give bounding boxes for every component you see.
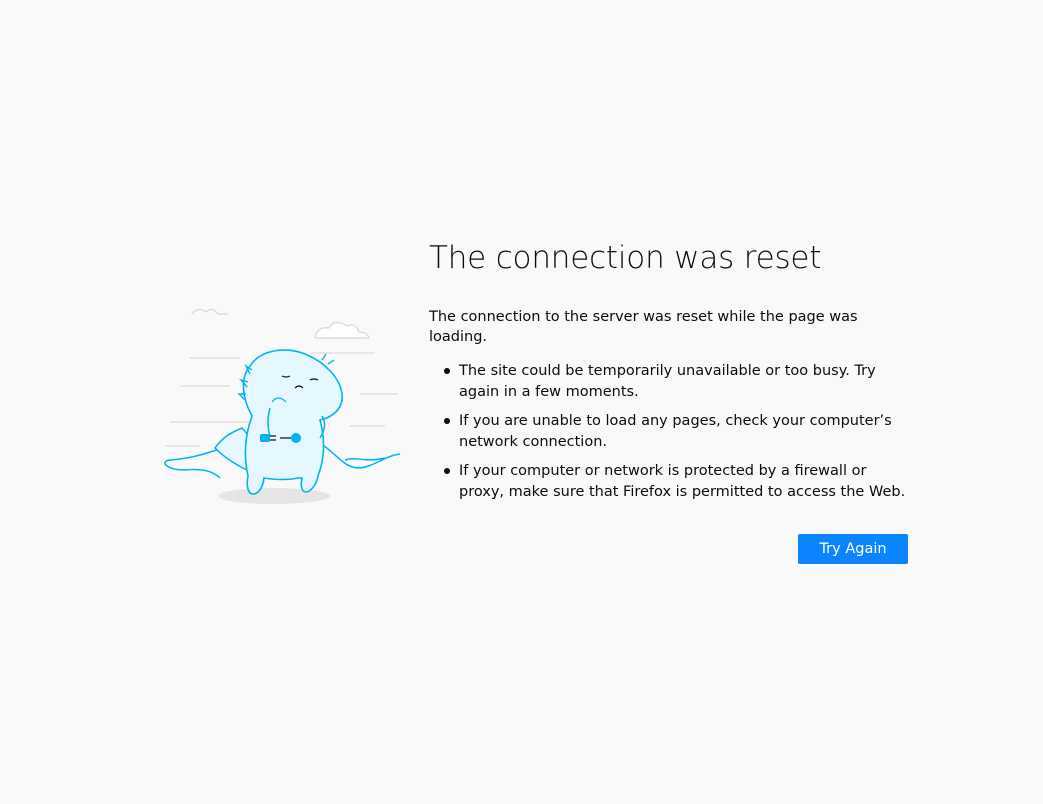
error-suggestions: The site could be temporarily unavailabl… (429, 361, 909, 503)
page-title: The connection was reset (429, 240, 822, 276)
cloud-icon (191, 308, 370, 339)
error-content: The connection was reset The connection … (429, 236, 909, 511)
bullet-icon (444, 468, 450, 474)
list-item: If your computer or network is protected… (429, 461, 909, 503)
button-row: Try Again (798, 534, 908, 564)
list-item: The site could be temporarily unavailabl… (429, 361, 909, 403)
list-item: If you are unable to load any pages, che… (429, 411, 909, 453)
bullet-icon (444, 418, 450, 424)
dino-unplugged-illustration (164, 308, 401, 504)
error-page: The connection was reset The connection … (0, 0, 1043, 804)
suggestion-text: If your computer or network is protected… (459, 463, 906, 500)
try-again-button[interactable]: Try Again (798, 534, 908, 564)
bullet-icon (444, 368, 450, 374)
suggestion-text: If you are unable to load any pages, che… (459, 413, 892, 450)
error-intro: The connection to the server was reset w… (429, 309, 858, 345)
suggestion-text: The site could be temporarily unavailabl… (459, 363, 876, 400)
